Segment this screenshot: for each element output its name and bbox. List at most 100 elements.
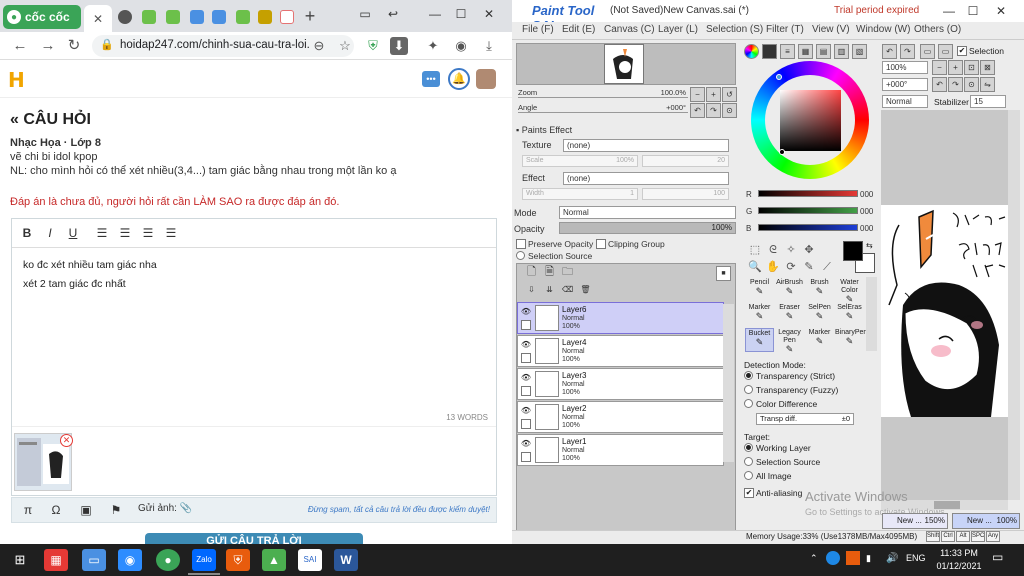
clipping-group-checkbox[interactable] <box>596 239 606 249</box>
star-icon[interactable]: ☆ <box>336 37 354 55</box>
scale-field[interactable]: Scale 100% <box>522 155 638 167</box>
merge-down-icon[interactable]: ⇊ <box>542 283 557 298</box>
rotate-reset-button[interactable]: ⊙ <box>722 103 737 118</box>
zoom-slider-track[interactable] <box>518 97 688 98</box>
menu-file[interactable]: File (F) <box>522 24 554 38</box>
preserve-opacity-checkbox[interactable] <box>516 239 526 249</box>
zoom-in-button[interactable]: + <box>706 87 721 102</box>
fuzzy-radio[interactable] <box>744 385 753 394</box>
tab-hoidap-icon[interactable] <box>236 10 250 24</box>
zoom-value[interactable]: 100.0% <box>640 88 686 100</box>
layer-lock-checkbox[interactable] <box>521 386 531 396</box>
tool-button[interactable]: Bucket ✎ <box>745 328 774 352</box>
game-app-icon[interactable]: ▲ <box>262 549 286 571</box>
canvas-zoom-reset-button[interactable]: ⊠ <box>980 60 995 75</box>
canvas-tab-active[interactable]: New ... 100% <box>952 513 1020 529</box>
anti-aliasing-checkbox[interactable]: ✔ <box>744 488 754 498</box>
angle-value[interactable]: +000° <box>640 103 686 115</box>
deselect-button[interactable]: ▭ <box>920 44 935 59</box>
tool-button[interactable]: Pencil ✎ <box>745 278 774 302</box>
formula-icon[interactable]: ▣ <box>78 502 94 518</box>
rgb-slider-toggle[interactable] <box>762 44 777 59</box>
volume-icon[interactable]: 🔊 <box>886 553 900 565</box>
forward-icon[interactable]: → <box>38 36 58 56</box>
strict-radio[interactable] <box>744 371 753 380</box>
pi-button[interactable]: π <box>20 502 36 518</box>
tab-cloud-icon[interactable] <box>190 10 204 24</box>
chat-icon[interactable]: ••• <box>422 71 440 87</box>
menu-edit[interactable]: Edit (E) <box>562 24 595 38</box>
word-app-icon[interactable]: W <box>334 549 358 571</box>
shield-app-icon[interactable]: ⛨ <box>226 549 250 571</box>
tray-app-icon[interactable] <box>826 551 840 565</box>
canvas-zoom-fit-button[interactable]: ⊡ <box>964 60 979 75</box>
flag-icon[interactable]: ⚑ <box>108 502 124 518</box>
zoom-tool-icon[interactable]: 🔍 <box>746 258 764 276</box>
canvas-tab[interactable]: New ... 150% <box>882 513 948 529</box>
zoom-out-button[interactable]: − <box>690 87 705 102</box>
green-slider[interactable] <box>758 207 858 214</box>
transp-diff-field[interactable]: Transp diff. ±0 <box>756 413 854 425</box>
align-justify-icon[interactable]: ☰ <box>164 226 178 240</box>
hsv-slider-toggle[interactable]: ≡ <box>780 44 795 59</box>
align-right-icon[interactable]: ☰ <box>141 226 155 240</box>
tab-hoidap-icon[interactable] <box>166 10 180 24</box>
sai-minimize-button[interactable]: — <box>938 1 960 21</box>
width-number[interactable]: 100 <box>642 188 729 200</box>
sai-maximize-button[interactable]: ☐ <box>962 1 984 21</box>
intermediate-color-toggle[interactable]: ▧ <box>852 44 867 59</box>
language-indicator[interactable]: ENG <box>906 553 930 567</box>
saturation-value-square[interactable] <box>780 90 841 151</box>
canvas-angle-select[interactable]: +000° <box>882 78 928 91</box>
new-folder-icon[interactable]: 🗀 <box>560 266 575 281</box>
coccoc-logo[interactable]: ● cốc cốc <box>3 5 81 29</box>
eyedropper-icon[interactable]: ✎ <box>800 258 818 276</box>
angle-slider-track[interactable] <box>518 112 688 113</box>
lasso-icon[interactable]: ᘓ <box>764 241 782 259</box>
tray-chevron-icon[interactable]: ⌃ <box>810 553 822 565</box>
clear-layer-icon[interactable]: ⌫ <box>560 283 575 298</box>
site-logo[interactable]: H <box>8 68 26 92</box>
clock-date[interactable]: 01/12/2021 <box>936 561 982 573</box>
active-tab[interactable]: ✕ <box>84 5 112 32</box>
layer-visibility-icon[interactable]: 👁 <box>520 339 532 350</box>
layer-visibility-icon[interactable]: 👁 <box>520 438 532 449</box>
stabilizer-select[interactable]: 15 <box>970 95 1006 108</box>
menu-view[interactable]: View (V) <box>812 24 850 38</box>
tray-app-icon[interactable] <box>846 551 860 565</box>
invert-selection-button[interactable]: ▭ <box>938 44 953 59</box>
layer-panel-menu-icon[interactable]: ■ <box>716 266 731 281</box>
menu-filter[interactable]: Filter (T) <box>766 24 804 38</box>
omega-button[interactable]: Ω <box>48 502 64 518</box>
canvas-vertical-scrollbar[interactable] <box>1008 110 1020 500</box>
blue-slider[interactable] <box>758 224 858 231</box>
canvas-rotate-right-button[interactable]: ↷ <box>948 77 963 92</box>
tab-owl-icon[interactable] <box>258 10 272 24</box>
taskbar-app-icon[interactable]: ▦ <box>44 549 68 571</box>
all-image-radio[interactable] <box>744 471 753 480</box>
coccoc-app-icon[interactable]: ● <box>156 549 180 571</box>
blue-value[interactable]: 000 <box>860 224 880 234</box>
lock-icon[interactable]: 🔒 <box>100 38 114 54</box>
magic-wand-icon[interactable]: ✧ <box>782 241 800 259</box>
canvas-zoom-out-button[interactable]: − <box>932 60 947 75</box>
color-wheel-toggle[interactable] <box>744 44 759 59</box>
scratchpad-toggle[interactable]: ▤ <box>816 44 831 59</box>
tool-button[interactable]: Marker ✎ <box>745 303 774 327</box>
tool-button[interactable]: Water Color ✎ <box>835 278 864 304</box>
shield-icon[interactable]: ⛨ <box>364 37 382 55</box>
opacity-slider[interactable]: 100% <box>559 222 736 234</box>
tools-scrollbar[interactable] <box>866 277 877 351</box>
canvas-flip-button[interactable]: ⇋ <box>980 77 995 92</box>
hue-cursor[interactable] <box>776 74 782 80</box>
layer-lock-checkbox[interactable] <box>521 419 531 429</box>
delete-layer-icon[interactable]: 🗑 <box>578 283 593 298</box>
menu-canvas[interactable]: Canvas (C) <box>604 24 655 38</box>
layer-name[interactable]: Layer2 <box>562 404 622 414</box>
red-value[interactable]: 000 <box>860 190 880 200</box>
close-button[interactable]: ✕ <box>478 4 500 24</box>
layer-visibility-icon[interactable]: 👁 <box>520 405 532 416</box>
tab-hoidap-icon[interactable] <box>142 10 156 24</box>
layer-name[interactable]: Layer3 <box>562 371 622 381</box>
layer-name[interactable]: Layer4 <box>562 338 622 348</box>
